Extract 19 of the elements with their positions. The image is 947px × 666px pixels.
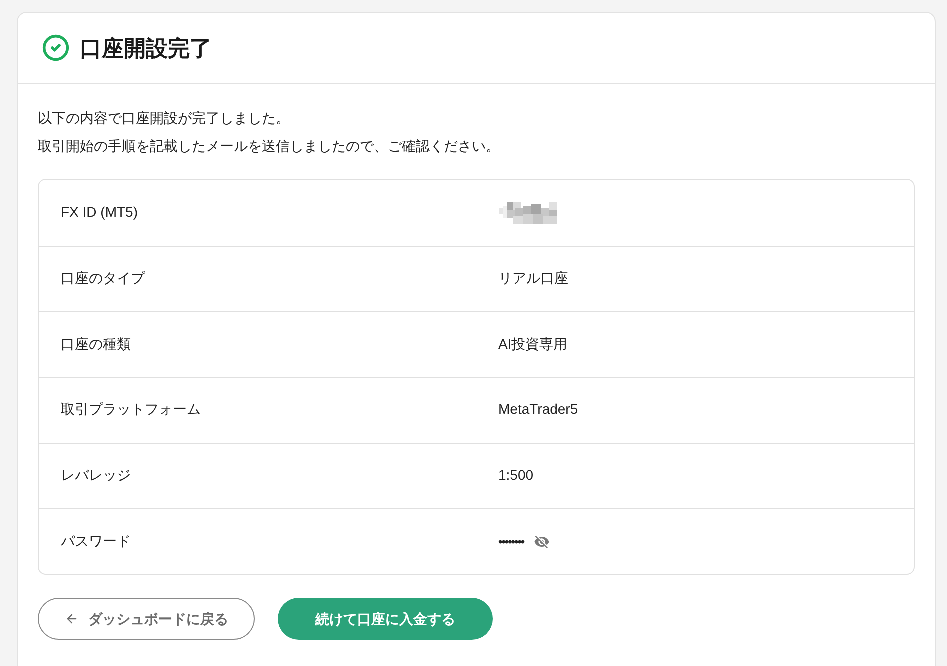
message-text: 以下の内容で口座開設が完了しました。 (38, 109, 291, 128)
back-button[interactable]: ダッシュボードに戻る (38, 598, 255, 640)
message-text: 取引開始の手順を記載したメールを送信しましたので、ご確認ください。 (38, 137, 501, 156)
eye-slash-icon[interactable] (534, 534, 550, 550)
detail-label: パスワード (61, 532, 131, 549)
check-circle-icon (42, 34, 70, 62)
detail-label: レバレッジ (61, 467, 131, 484)
detail-value: リアル口座 (498, 270, 568, 286)
detail-label: 口座のタイプ (61, 270, 145, 286)
detail-value: MetaTrader5 (498, 401, 578, 418)
detail-label: 取引プラットフォーム (61, 401, 201, 418)
page-title: 口座開設完了 (80, 34, 212, 62)
detail-value: 1:500 (498, 467, 534, 484)
detail-value: AI投資専用 (498, 336, 568, 352)
password-value: •••••••• (498, 534, 524, 551)
deposit-button[interactable]: 続けて口座に入金する (278, 598, 493, 640)
detail-label: 口座の種類 (61, 336, 131, 352)
detail-label: FX ID (MT5) (61, 204, 138, 220)
pixelated-block (498, 202, 556, 224)
